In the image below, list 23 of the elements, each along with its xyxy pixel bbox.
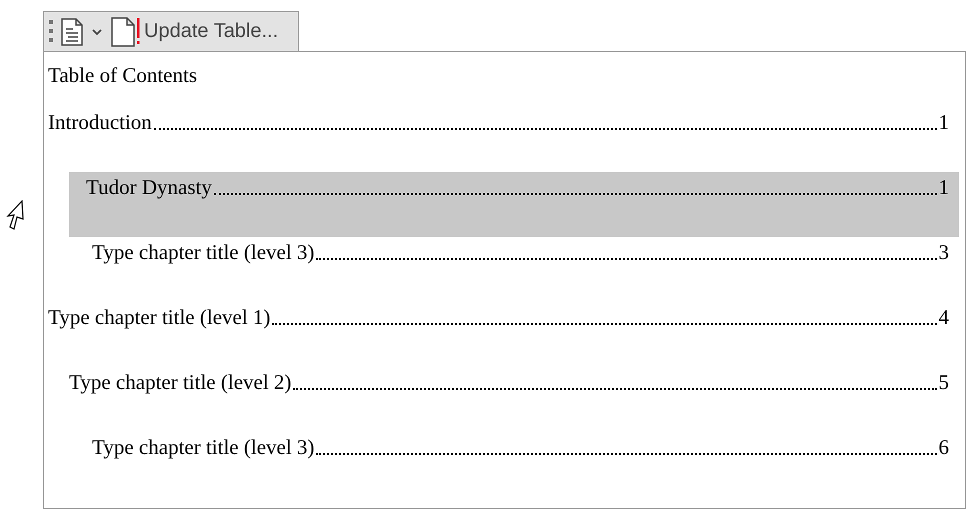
toc-entry[interactable]: Type chapter title (level 3) 6 <box>92 432 965 497</box>
entry-title: Tudor Dynasty <box>86 174 212 201</box>
page-number: 6 <box>938 434 949 461</box>
entry-title: Type chapter title (level 1) <box>48 304 270 331</box>
page-number: 4 <box>938 304 949 331</box>
entry-title: Type chapter title (level 3) <box>92 434 314 461</box>
entry-title: Type chapter title (level 2) <box>69 369 292 396</box>
toc-entry[interactable]: Type chapter title (level 2) 5 <box>69 367 965 432</box>
document-alert-icon <box>110 16 142 48</box>
toc-entry[interactable]: Tudor Dynasty 1 <box>69 172 959 237</box>
page-number: 5 <box>938 369 949 396</box>
toc-entry[interactable]: Type chapter title (level 3) 3 <box>92 237 965 302</box>
entry-title: Introduction <box>48 109 152 136</box>
table-of-contents-dropdown[interactable] <box>60 18 104 46</box>
page-number: 1 <box>938 109 949 136</box>
document-icon <box>60 18 84 46</box>
toc-entry[interactable]: Type chapter title (level 1) 4 <box>48 302 965 367</box>
entry-title: Type chapter title (level 3) <box>92 239 314 266</box>
toc-title: Table of Contents <box>47 62 198 89</box>
caret-icon <box>90 26 104 36</box>
page-number: 1 <box>938 174 949 201</box>
toc-entry[interactable]: Introduction 1 <box>48 107 965 172</box>
page-number: 3 <box>938 239 949 266</box>
